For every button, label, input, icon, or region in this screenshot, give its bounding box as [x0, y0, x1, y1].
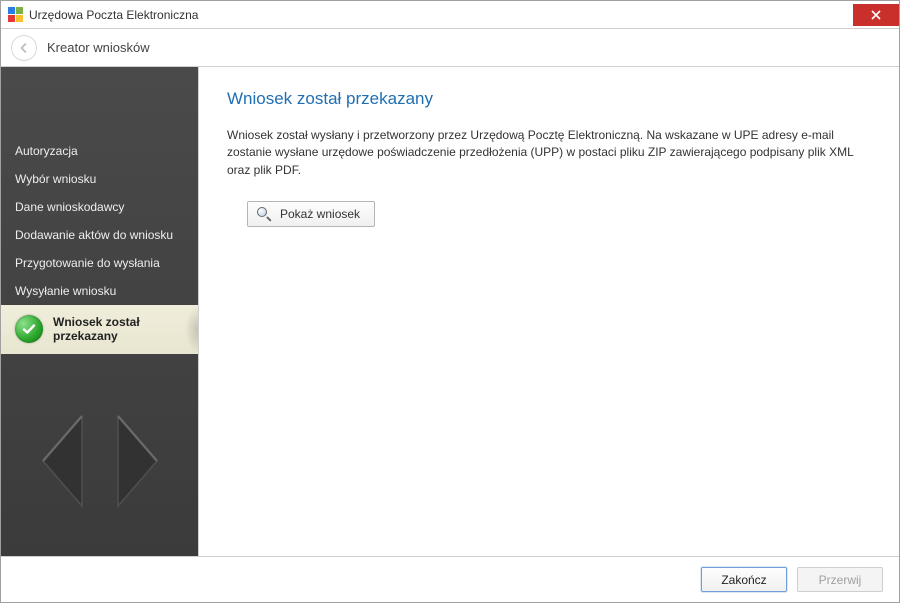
sidebar-item-label: Wniosek został przekazany [53, 315, 140, 344]
titlebar-title: Urzędowa Poczta Elektroniczna [29, 8, 198, 22]
subheader: Kreator wniosków [1, 29, 899, 67]
sidebar-item-dodawanie-aktow[interactable]: Dodawanie aktów do wniosku [1, 221, 198, 249]
magnifier-icon [256, 206, 272, 222]
sidebar-active-line2: przekazany [53, 329, 140, 343]
finish-button[interactable]: Zakończ [701, 567, 787, 592]
sidebar-decor-icon [1, 376, 199, 546]
sidebar-active-line1: Wniosek został [53, 315, 140, 329]
body: Autoryzacja Wybór wniosku Dane wnioskoda… [1, 67, 899, 556]
sidebar-item-przygotowanie[interactable]: Przygotowanie do wysłania [1, 249, 198, 277]
sidebar-item-autoryzacja[interactable]: Autoryzacja [1, 137, 198, 165]
subheader-title: Kreator wniosków [47, 40, 150, 55]
show-request-label: Pokaż wniosek [280, 207, 360, 221]
sidebar-item-wybor-wniosku[interactable]: Wybór wniosku [1, 165, 198, 193]
close-icon [871, 10, 881, 20]
sidebar-spacer [1, 67, 198, 137]
app-window: Urzędowa Poczta Elektroniczna Kreator wn… [0, 0, 900, 603]
content: Wniosek został przekazany Wniosek został… [199, 67, 899, 556]
back-button[interactable] [11, 35, 37, 61]
sidebar-item-dane-wnioskodawcy[interactable]: Dane wnioskodawcy [1, 193, 198, 221]
sidebar: Autoryzacja Wybór wniosku Dane wnioskoda… [1, 67, 199, 556]
sidebar-item-wysylanie[interactable]: Wysyłanie wniosku [1, 277, 198, 305]
sidebar-item-wniosek-przekazany[interactable]: Wniosek został przekazany [1, 305, 198, 354]
app-icon [7, 7, 23, 23]
page-title: Wniosek został przekazany [227, 89, 871, 109]
cancel-button: Przerwij [797, 567, 883, 592]
show-request-button[interactable]: Pokaż wniosek [247, 201, 375, 227]
close-button[interactable] [853, 4, 899, 26]
arrow-left-icon [18, 42, 30, 54]
checkmark-icon [15, 315, 43, 343]
footer: Zakończ Przerwij [1, 556, 899, 602]
page-description: Wniosek został wysłany i przetworzony pr… [227, 127, 871, 179]
titlebar: Urzędowa Poczta Elektroniczna [1, 1, 899, 29]
